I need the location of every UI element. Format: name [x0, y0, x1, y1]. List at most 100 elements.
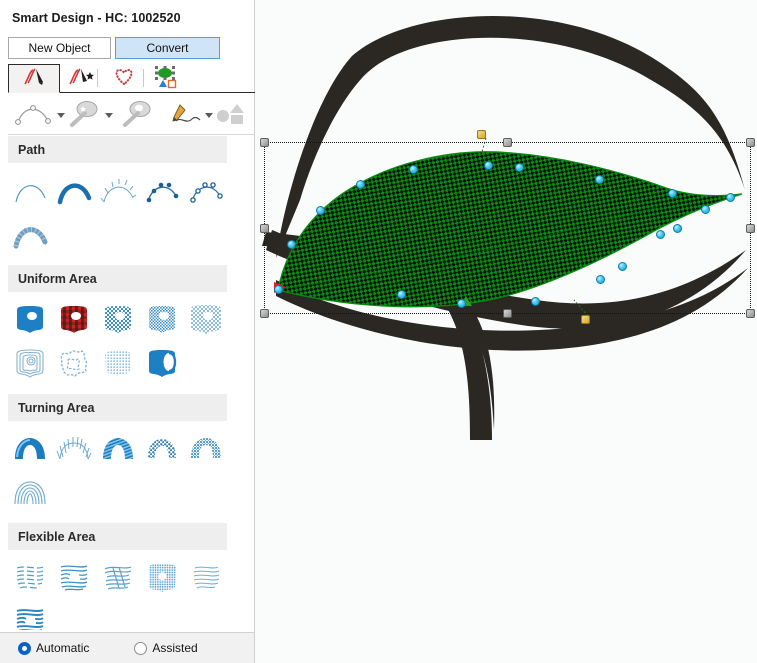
tab-objects[interactable]: [144, 64, 186, 93]
node-point[interactable]: [531, 297, 540, 306]
chevron-down-icon[interactable]: [205, 112, 213, 118]
stitch-icon-solid-blue-fill[interactable]: [8, 298, 52, 342]
stitch-icon-wave-solid-contour[interactable]: [8, 600, 52, 630]
stitch-icon-wave-diagonal-lines[interactable]: [96, 556, 140, 600]
node-point[interactable]: [287, 240, 296, 249]
handle-top-left[interactable]: [260, 138, 269, 147]
radio-dot-icon: [134, 641, 148, 655]
stitch-icon-arch-striped-satin[interactable]: [96, 427, 140, 471]
rotation-handle-bottom[interactable]: [581, 315, 590, 324]
chevron-down-icon[interactable]: [105, 112, 113, 118]
radio-dot-icon: [18, 641, 31, 655]
bezier-curve-icon: [14, 101, 54, 130]
magic-wand-fill-tool[interactable]: [68, 100, 113, 130]
node-point[interactable]: [484, 161, 493, 170]
stitch-icon-solid-blue-tube-fill[interactable]: [140, 342, 184, 386]
stitch-icon-red-plaid-fill[interactable]: [52, 298, 96, 342]
radio-assisted[interactable]: Assisted: [134, 641, 198, 655]
freehand-pencil-tool[interactable]: [168, 100, 213, 130]
tab-smart-design[interactable]: [8, 64, 60, 93]
stitch-icon-arc-textured-satin[interactable]: [8, 213, 52, 257]
green-ellipse-shapes-icon: [152, 65, 178, 92]
section-body-flexible-area: [0, 550, 235, 630]
mode-selector: Automatic Assisted: [0, 632, 254, 663]
stitch-type-sections: Path Uniform Area Turning Area Flexible …: [0, 136, 254, 630]
new-object-button[interactable]: New Object: [8, 37, 111, 59]
section-header-turning-area: Turning Area: [8, 394, 227, 421]
stitch-icon-blue-sparse-motif-fill[interactable]: [184, 298, 228, 342]
node-point[interactable]: [356, 180, 365, 189]
panel-action-buttons: New Object Convert: [8, 37, 248, 59]
chevron-down-icon[interactable]: [57, 112, 65, 118]
smart-design-panel: Smart Design - HC: 1002520 New Object Co…: [0, 0, 255, 663]
design-canvas[interactable]: [256, 0, 757, 663]
section-body-turning-area: [0, 421, 235, 523]
node-point[interactable]: [595, 175, 604, 184]
node-point[interactable]: [274, 285, 283, 294]
node-point[interactable]: [668, 189, 677, 198]
stitch-icon-contour-spiral-fill[interactable]: [8, 342, 52, 386]
node-point[interactable]: [316, 206, 325, 215]
stitch-icon-wave-broken-lines[interactable]: [8, 556, 52, 600]
stitch-icon-blue-dense-grid-fill[interactable]: [140, 298, 184, 342]
node-point[interactable]: [457, 299, 466, 308]
handle-bottom-left[interactable]: [260, 309, 269, 318]
section-body-uniform-area: [0, 292, 235, 394]
stitch-icon-arc-open-bead-stitch[interactable]: [184, 169, 228, 213]
handle-top-center[interactable]: [503, 138, 512, 147]
stitch-icon-arch-fringe-stitch[interactable]: [52, 427, 96, 471]
stitch-icon-blue-grid-fill[interactable]: [96, 298, 140, 342]
radio-assisted-label: Assisted: [152, 641, 198, 655]
bezier-curve-tool[interactable]: [14, 100, 65, 130]
handle-bottom-center[interactable]: [503, 309, 512, 318]
tab-smart-design-star[interactable]: [60, 64, 104, 93]
dotted-heart-icon: [113, 67, 135, 90]
pen-curve-red-icon: [22, 67, 46, 90]
stitch-icon-thin-arc-run-stitch[interactable]: [8, 169, 52, 213]
radio-automatic-label: Automatic: [36, 641, 90, 655]
stitch-icon-arch-bead-row[interactable]: [140, 427, 184, 471]
stitch-icon-wave-contour-hole[interactable]: [52, 556, 96, 600]
magic-wand-hole-icon: [121, 100, 155, 131]
stitch-icon-arc-comb-stitch[interactable]: [96, 169, 140, 213]
node-point[interactable]: [596, 275, 605, 284]
circle-triangle-square-icon: [215, 101, 247, 130]
pencil-squiggle-icon: [168, 100, 202, 131]
stitch-icon-bold-arc-satin[interactable]: [52, 169, 96, 213]
handle-top-right[interactable]: [746, 138, 755, 147]
handle-middle-right[interactable]: [746, 224, 755, 233]
handle-bottom-right[interactable]: [746, 309, 755, 318]
node-point[interactable]: [656, 230, 665, 239]
stitch-icon-light-dotted-fill[interactable]: [96, 342, 140, 386]
section-header-path: Path: [8, 136, 227, 163]
pen-curve-star-icon: [68, 67, 96, 90]
section-body-path: [0, 163, 235, 265]
node-point[interactable]: [726, 193, 735, 202]
convert-button[interactable]: Convert: [115, 37, 220, 59]
section-header-uniform-area: Uniform Area: [8, 265, 227, 292]
node-point[interactable]: [397, 290, 406, 299]
node-point[interactable]: [409, 165, 418, 174]
stitch-icon-arc-bead-stitch[interactable]: [140, 169, 184, 213]
rotation-handle-top[interactable]: [477, 130, 486, 139]
leaf-artwork: [262, 15, 748, 440]
magic-wand-filled-icon: [68, 100, 102, 131]
shapes-tool[interactable]: [215, 100, 247, 130]
radio-automatic[interactable]: Automatic: [18, 641, 89, 655]
stitch-icon-arch-double-bead-row[interactable]: [184, 427, 228, 471]
node-point[interactable]: [673, 224, 682, 233]
stitch-icon-wave-dense-stipple[interactable]: [140, 556, 184, 600]
panel-tabs: [8, 64, 255, 93]
node-point[interactable]: [701, 205, 710, 214]
node-point[interactable]: [618, 262, 627, 271]
magic-wand-hole-tool[interactable]: [121, 100, 155, 130]
handle-middle-left[interactable]: [260, 224, 269, 233]
stitch-icon-wave-thin-lines[interactable]: [184, 556, 228, 600]
section-header-flexible-area: Flexible Area: [8, 523, 227, 550]
stitch-icon-arch-contour-lines[interactable]: [8, 471, 52, 515]
tab-shape-outline[interactable]: [104, 64, 144, 93]
stitch-icon-scatter-stipple-fill[interactable]: [52, 342, 96, 386]
stitch-icon-arch-solid-satin[interactable]: [8, 427, 52, 471]
node-point[interactable]: [515, 163, 524, 172]
smart-design-window: Smart Design - HC: 1002520 New Object Co…: [0, 0, 757, 663]
